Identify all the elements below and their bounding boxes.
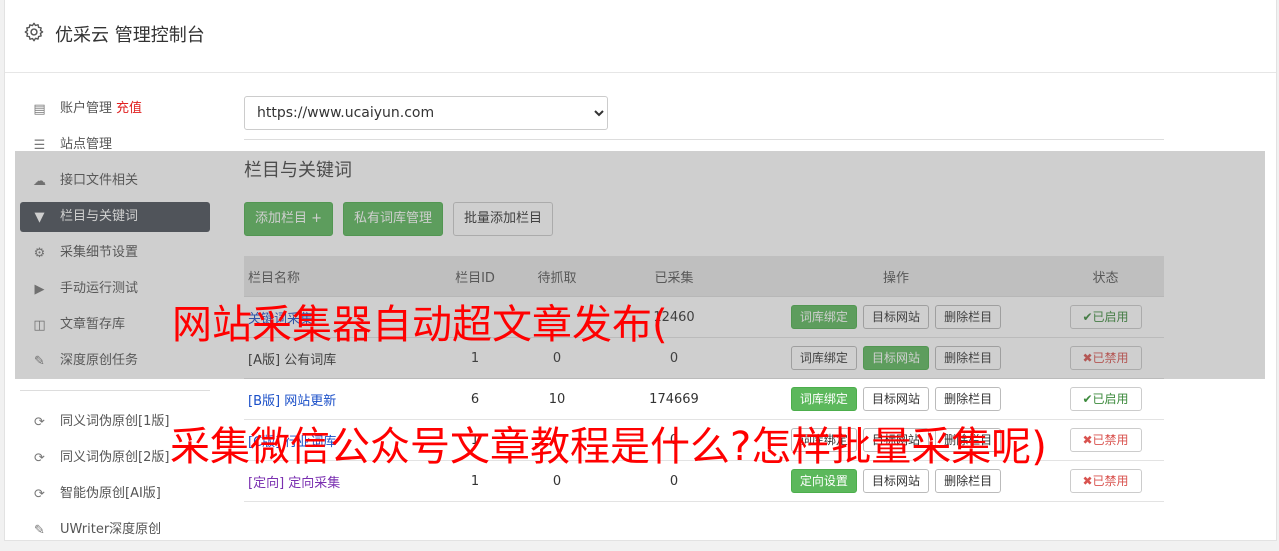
status-label: 已禁用	[1092, 433, 1129, 447]
sidebar-item-account[interactable]: ▤ 账户管理 充值	[20, 94, 210, 124]
status-cell: ✖已禁用	[1047, 460, 1164, 502]
delete-category-button[interactable]: 删除栏目	[935, 387, 1002, 411]
check-icon: ✔	[1082, 392, 1093, 406]
status-toggle[interactable]: ✖已禁用	[1069, 469, 1142, 493]
sidebar-divider	[20, 390, 210, 391]
overlay-caption-1: 网站采集器自动超文章发布(	[172, 302, 668, 348]
target-site-button[interactable]: 目标网站	[862, 387, 929, 411]
header: 优采云 管理控制台	[5, 0, 1276, 73]
category-tag: [B版]	[248, 393, 281, 409]
refresh-icon: ⟳	[34, 487, 45, 502]
status-cell: ✔已启用	[1047, 378, 1164, 420]
category-name[interactable]: 定向采集	[288, 476, 340, 491]
recharge-link[interactable]: 充值	[116, 101, 142, 116]
sidebar-item-uwriter[interactable]: ✎ UWriter深度原创	[20, 515, 210, 545]
site-select[interactable]: https://www.ucaiyun.com	[244, 96, 608, 130]
status-toggle[interactable]: ✖已禁用	[1069, 428, 1142, 452]
edit-icon: ✎	[34, 523, 45, 538]
bind-library-button[interactable]: 词库绑定	[790, 387, 857, 411]
status-label: 已禁用	[1092, 474, 1129, 488]
status-cell: ✖已禁用	[1047, 419, 1164, 461]
main-divider	[244, 139, 1164, 140]
close-icon: ✖	[1082, 474, 1093, 488]
status-label: 已启用	[1092, 392, 1129, 406]
sidebar-item-label: 智能伪原创[AI版]	[60, 486, 161, 501]
gear-icon	[24, 22, 44, 42]
sidebar-item-label: 站点管理	[60, 137, 113, 152]
sidebar-item-ai-rewrite[interactable]: ⟳ 智能伪原创[AI版]	[20, 479, 210, 509]
overlay-caption-2: 采集微信公众号文章教程是什么?怎样批量采集呢)	[170, 424, 1047, 470]
category-name[interactable]: 网站更新	[284, 394, 336, 409]
sidebar-item-label: 同义词伪原创[2版]	[60, 450, 170, 465]
refresh-icon: ⟳	[34, 415, 45, 430]
sidebar-item-label: 账户管理	[60, 101, 113, 116]
delete-category-button[interactable]: 删除栏目	[935, 469, 1002, 493]
status-toggle[interactable]: ✔已启用	[1069, 387, 1142, 411]
directed-settings-button[interactable]: 定向设置	[790, 469, 857, 493]
sidebar-item-label: 同义词伪原创[1版]	[60, 414, 170, 429]
refresh-icon: ⟳	[34, 451, 45, 466]
close-icon: ✖	[1082, 433, 1093, 447]
page-title: 优采云 管理控制台	[55, 25, 205, 46]
target-site-button[interactable]: 目标网站	[862, 469, 929, 493]
bar-chart-icon: ▤	[33, 102, 46, 117]
category-tag: [定向]	[248, 475, 285, 491]
